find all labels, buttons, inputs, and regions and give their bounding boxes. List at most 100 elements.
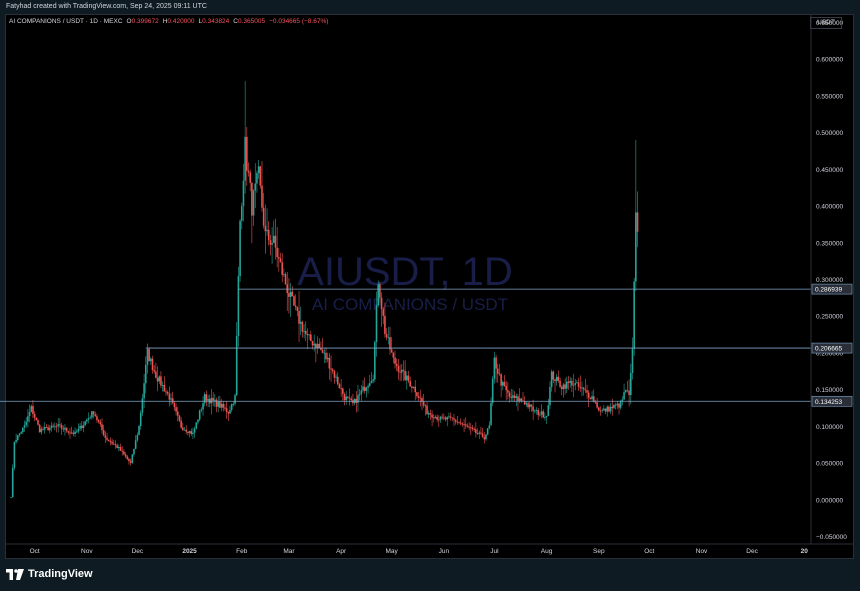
price-axis[interactable]: 0.6500000.6000000.5500000.5000000.450000… [816, 20, 847, 541]
candle-body [468, 426, 470, 428]
symbol-title: AI COMPANIONS / USDT · 1D · MEXC [9, 18, 123, 25]
candle-body [106, 437, 108, 440]
time-tick-label: Apr [336, 548, 347, 555]
candle-body [131, 454, 134, 463]
candle-body [304, 330, 307, 334]
candle-body [262, 207, 265, 226]
candle-body [301, 321, 304, 332]
candle-body [515, 396, 518, 398]
candle-body [195, 422, 198, 429]
candle-body [294, 305, 297, 307]
candle-body [560, 386, 563, 390]
candle-body [220, 403, 223, 408]
candle-body [540, 411, 543, 415]
candle-body [306, 333, 309, 336]
candle-body [104, 435, 107, 438]
candle-body [176, 411, 179, 416]
price-chart[interactable]: AIUSDT, 1D AI COMPANIONS / USDT 0.650000… [0, 0, 860, 560]
candle-body [79, 425, 81, 429]
price-tick-label: 0.600000 [816, 57, 843, 64]
candle-body [30, 406, 33, 412]
candle-body [549, 386, 551, 406]
currency-badge[interactable]: USDT [810, 17, 842, 29]
candle-body [43, 427, 46, 430]
candle-body [202, 403, 204, 410]
candle-body [308, 334, 310, 336]
candle-body [539, 414, 541, 416]
candle-body [498, 373, 501, 375]
candle-body [77, 428, 80, 432]
candle-body [293, 296, 295, 306]
candle-body [631, 348, 634, 374]
candle-body [321, 349, 324, 353]
time-tick-label: Aug [541, 548, 553, 555]
candle-body [102, 430, 105, 436]
candle-body [160, 376, 162, 386]
candle-body [579, 386, 582, 388]
candle-body [382, 309, 385, 316]
candle-body [503, 381, 506, 386]
candle-body [439, 416, 442, 420]
candle-body [182, 427, 184, 430]
candle-body [459, 422, 462, 424]
candle-body [25, 421, 28, 426]
candle-body [121, 450, 124, 452]
candle-body [377, 284, 379, 306]
time-axis[interactable]: Oct Nov Dec 2025 Feb Mar Apr May Jun Jul Aug Sep Oct… [30, 548, 809, 555]
candle-body [296, 306, 299, 311]
candle-body [444, 417, 447, 420]
candle-body [316, 343, 319, 349]
candle-body [94, 414, 97, 417]
candle-body [448, 416, 450, 418]
candle-body [340, 388, 342, 389]
candle-body [276, 247, 278, 258]
candle-body [15, 439, 17, 443]
candle-body [311, 340, 314, 346]
candle-body [412, 386, 415, 388]
candle-body [180, 420, 182, 428]
candle-body [520, 398, 523, 401]
candle-body [367, 385, 369, 388]
low-value: 0.343824 [202, 18, 230, 25]
candle-body [385, 333, 388, 338]
candle-body [518, 398, 521, 401]
candle-body [527, 403, 529, 408]
candle-body [247, 170, 250, 173]
candle-body [478, 432, 481, 434]
candle-body [347, 396, 349, 398]
candle-body [554, 379, 556, 382]
candle-body [161, 384, 164, 386]
time-tick-label: Oct [30, 548, 40, 555]
tradingview-logo[interactable]: TradingView [6, 568, 93, 580]
candle-body [601, 410, 603, 412]
candle-body [545, 416, 548, 418]
candle-body [525, 403, 528, 405]
time-tick-label: May [386, 548, 399, 555]
candle-body [42, 428, 44, 430]
candle-body [486, 428, 489, 435]
candle-body [365, 387, 368, 391]
candle-body [214, 399, 216, 401]
candle-body [97, 419, 100, 422]
candle-body [313, 343, 315, 346]
candle-body [281, 262, 283, 275]
candle-body [400, 369, 403, 373]
candle-body [171, 398, 174, 403]
candle-body [402, 369, 405, 371]
symbol-info-bar[interactable]: AI COMPANIONS / USDT · 1D · MEXC O0.3996… [9, 18, 328, 25]
candle-body [368, 383, 371, 386]
candle-body [144, 364, 147, 384]
candle-body [510, 396, 513, 398]
price-tick-label: 0.350000 [816, 240, 843, 247]
footer-bar: TradingView [0, 560, 860, 591]
candle-body [458, 422, 460, 424]
candle-body [550, 371, 553, 387]
candle-body [350, 398, 353, 401]
price-tick-label: 0.300000 [816, 277, 843, 284]
candle-body [603, 408, 605, 411]
candle-body [564, 384, 566, 389]
candle-body [279, 258, 282, 263]
candle-body [219, 401, 221, 408]
candle-body [37, 420, 39, 425]
candle-body [555, 376, 558, 382]
